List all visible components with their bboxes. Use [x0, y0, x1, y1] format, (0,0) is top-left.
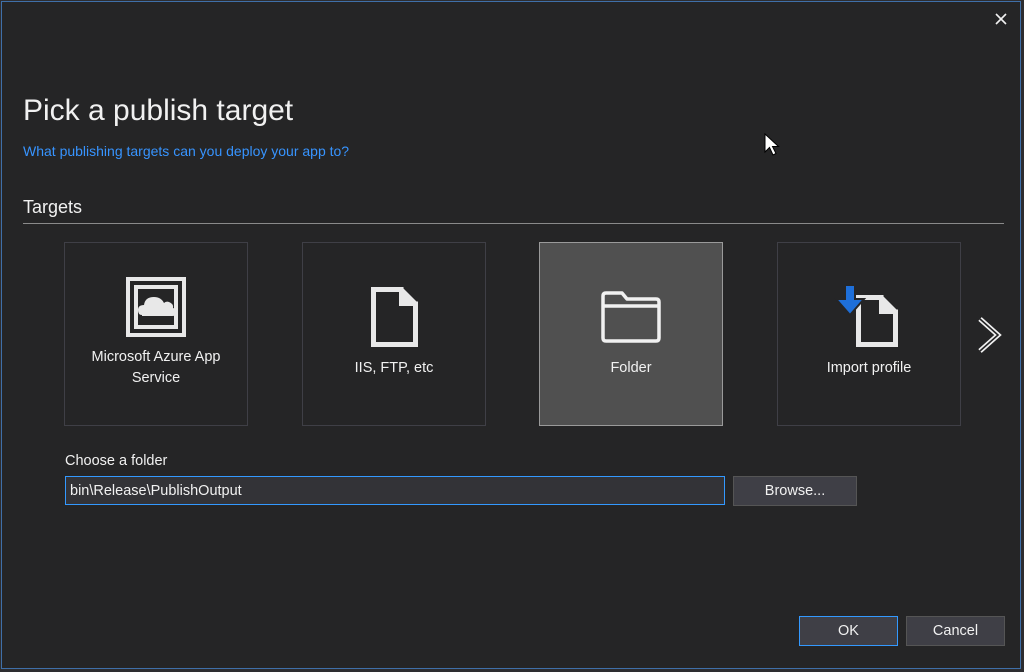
mouse-cursor-icon [764, 132, 780, 162]
close-icon [995, 13, 1007, 25]
target-label: IIS, FTP, etc [354, 360, 434, 376]
cancel-button[interactable]: Cancel [906, 616, 1005, 646]
target-tile-azure-app-service[interactable]: Microsoft Azure App Service [64, 242, 248, 426]
azure-app-service-icon [126, 277, 186, 337]
targets-section-label: Targets [23, 197, 83, 217]
target-tile-iis-ftp[interactable]: IIS, FTP, etc [302, 242, 486, 426]
page-title: Pick a publish target [23, 94, 294, 127]
import-profile-icon [834, 284, 898, 347]
folder-path-input[interactable] [65, 476, 725, 505]
choose-folder-label: Choose a folder [65, 453, 168, 469]
browse-button[interactable]: Browse... [733, 476, 857, 506]
target-tile-folder[interactable]: Folder [539, 242, 723, 426]
section-divider [23, 223, 1004, 224]
publish-dialog: Pick a publish target What publishing ta… [1, 1, 1021, 669]
target-label: Microsoft Azure App Service [91, 349, 221, 386]
help-link[interactable]: What publishing targets can you deploy y… [23, 143, 349, 159]
close-button[interactable] [990, 8, 1012, 30]
target-label: Import profile [826, 360, 912, 376]
chevron-right-icon [978, 317, 1002, 353]
ok-button[interactable]: OK [799, 616, 898, 646]
target-tile-import-profile[interactable]: Import profile [777, 242, 961, 426]
folder-icon [601, 291, 661, 343]
document-icon [371, 287, 418, 347]
target-label: Folder [610, 360, 652, 376]
next-targets-button[interactable] [974, 315, 1006, 355]
